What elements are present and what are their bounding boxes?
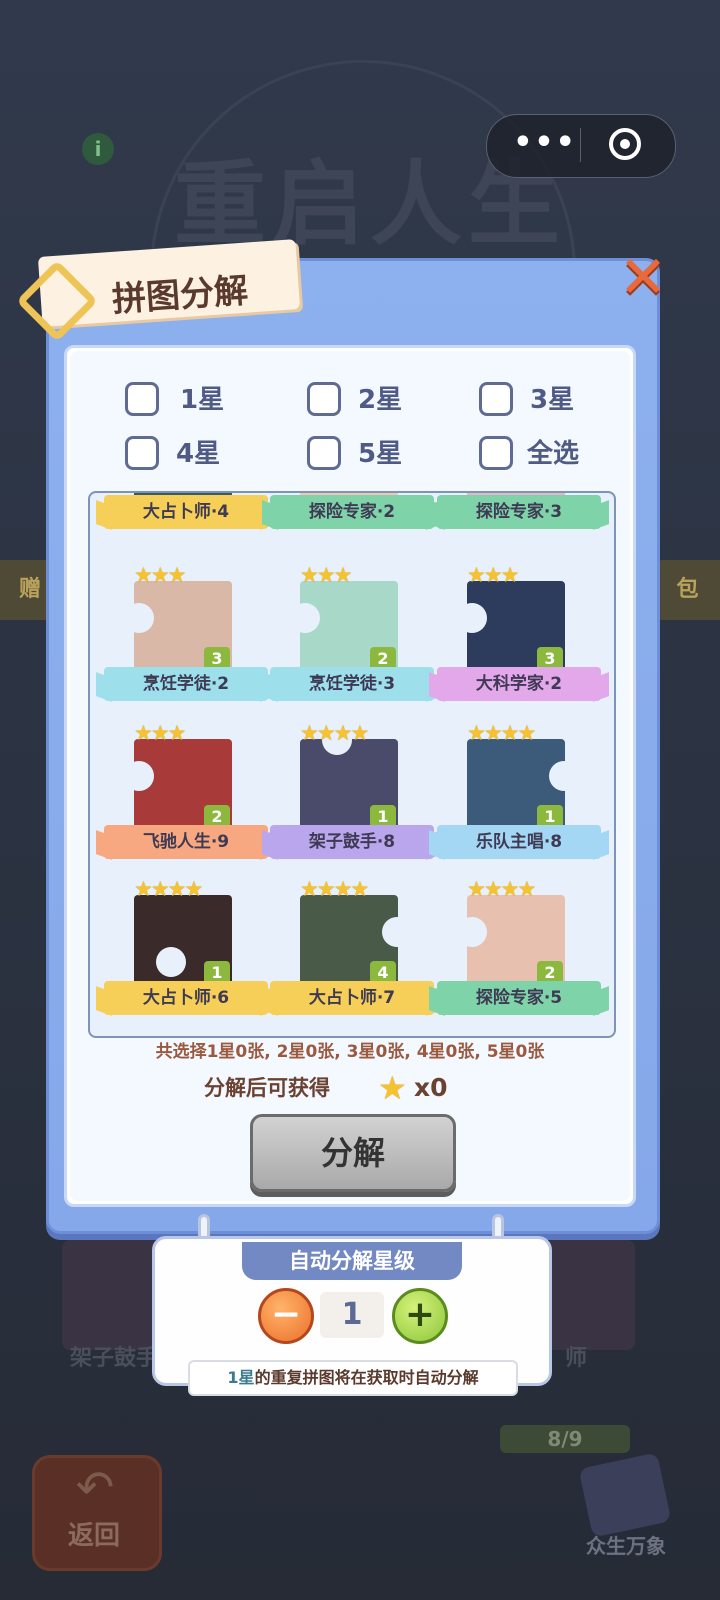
close-miniprogram-icon-dot [620,139,630,149]
puzzle-card[interactable]: 大占卜师·4 [96,493,276,541]
star-rating: ★★★★ [467,877,536,901]
piece-name-ribbon: 大占卜师·6 [104,981,268,1015]
puzzle-knob [124,761,154,791]
more-options-icon[interactable]: ••• [510,120,580,170]
star-currency-icon: ★ [378,1069,407,1107]
auto-decompose-title: 自动分解星级 [242,1242,462,1280]
puzzle-piece-grid[interactable]: 大占卜师·4 探险专家·2 探险专家·3 ★★★ 3 烹饪学徒·2 ★★★ 2 … [88,491,616,1038]
filter-4star-label: 4星 [176,439,221,469]
piece-name-ribbon: 飞驰人生·9 [104,825,268,859]
select-all-label: 全选 [527,439,580,469]
filter-3star-checkbox[interactable] [479,382,513,416]
puzzle-card[interactable]: ★★★★ 1 大占卜师·6 [96,877,276,1027]
star-rating: ★★★★ [300,877,369,901]
filter-5star-label: 5星 [358,439,403,469]
puzzle-knob [549,761,579,791]
filter-5star-checkbox[interactable] [307,436,341,470]
selection-summary: 共选择1星0张, 2星0张, 3星0张, 4星0张, 5星0张 [155,1042,545,1062]
background-card-left [62,1240,162,1350]
info-icon: i [82,133,114,165]
filter-3star-label: 3星 [530,385,575,415]
piece-name-ribbon: 探险专家·3 [437,495,601,529]
star-rating: ★★★ [134,721,187,745]
puzzle-card[interactable]: 探险专家·3 [429,493,609,541]
puzzle-knob [457,603,487,633]
filter-1star-label: 1星 [180,385,225,415]
puzzle-knob [156,947,186,977]
star-rating: ★★★★ [467,721,536,745]
puzzle-card[interactable]: ★★★★ 1 乐队主唱·8 [429,721,609,871]
piece-name-ribbon: 大科学家·2 [437,667,601,701]
gift-banner-right: 包 [655,560,720,620]
puzzle-card[interactable]: ★★★★ 2 探险专家·5 [429,877,609,1027]
piece-name-ribbon: 探险专家·5 [437,981,601,1015]
reward-amount: x0 [414,1073,448,1102]
piece-name-ribbon: 烹饪学徒·3 [270,667,434,701]
capsule-divider [580,128,581,162]
codex-label: 众生万象 [586,1534,666,1558]
puzzle-card[interactable]: ★★★ 2 飞驰人生·9 [96,721,276,871]
reward-label: 分解后可获得 [204,1076,330,1100]
piece-name-ribbon: 大占卜师·4 [104,495,268,529]
filter-4star-checkbox[interactable] [125,436,159,470]
back-arrow-icon: ↶ [75,1460,115,1514]
tip-star-level: 1星 [227,1368,255,1387]
background-card-right-label: 师 [565,1346,588,1371]
puzzle-card[interactable]: ★★★ 2 烹饪学徒·3 [262,563,442,713]
filter-2star-label: 2星 [358,385,403,415]
filter-2star-checkbox[interactable] [307,382,341,416]
piece-name-ribbon: 大占卜师·7 [270,981,434,1015]
star-rating: ★★★ [134,563,187,587]
puzzle-knob [457,917,487,947]
select-all-checkbox[interactable] [479,436,513,470]
puzzle-knob [382,917,412,947]
piece-name-ribbon: 探险专家·2 [270,495,434,529]
collection-progress: 8/9 [500,1425,630,1453]
star-rating: ★★★ [467,563,520,587]
decompose-button[interactable]: 分解 [250,1114,456,1192]
auto-decompose-star-level: 1 [320,1292,384,1338]
increase-star-level-button[interactable]: + [392,1288,448,1344]
filter-1star-checkbox[interactable] [125,382,159,416]
puzzle-card[interactable]: ★★★ 3 大科学家·2 [429,563,609,713]
auto-decompose-tip: 1星的重复拼图将在获取时自动分解 [188,1360,518,1396]
piece-name-ribbon: 乐队主唱·8 [437,825,601,859]
close-icon[interactable]: ✕ [616,248,670,306]
star-rating: ★★★★ [300,721,369,745]
puzzle-card[interactable]: 探险专家·2 [262,493,442,541]
background-card-right [545,1240,635,1350]
puzzle-card[interactable]: ★★★★ 4 大占卜师·7 [262,877,442,1027]
puzzle-card[interactable]: ★★★★ 1 架子鼓手·8 [262,721,442,871]
star-rating: ★★★ [300,563,353,587]
puzzle-card[interactable]: ★★★ 3 烹饪学徒·2 [96,563,276,713]
piece-name-ribbon: 烹饪学徒·2 [104,667,268,701]
tip-text: 的重复拼图将在获取时自动分解 [254,1368,479,1387]
puzzle-knob [124,603,154,633]
back-button-label: 返回 [67,1521,120,1551]
piece-name-ribbon: 架子鼓手·8 [270,825,434,859]
star-rating: ★★★★ [134,877,203,901]
decrease-star-level-button[interactable]: − [258,1288,314,1344]
puzzle-knob [290,603,320,633]
